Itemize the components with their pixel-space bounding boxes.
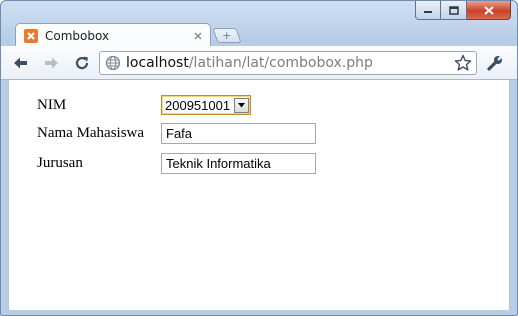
url-path: /latihan/lat/combobox.php bbox=[188, 55, 373, 71]
tab-combobox[interactable]: Combobox bbox=[15, 23, 211, 47]
nim-row: NIM 200951001 bbox=[37, 95, 251, 115]
nim-select-value: 200951001 bbox=[165, 97, 231, 113]
reload-button[interactable] bbox=[71, 52, 93, 74]
new-tab-button[interactable]: + bbox=[212, 28, 242, 43]
star-icon[interactable] bbox=[454, 54, 472, 72]
url-host: localhost bbox=[126, 55, 189, 71]
plus-icon: + bbox=[222, 29, 232, 42]
close-icon bbox=[483, 5, 494, 15]
toolbar: localhost/latihan/lat/combobox.php bbox=[1, 46, 517, 80]
jurusan-row: Jurusan bbox=[37, 153, 316, 174]
nim-label: NIM bbox=[37, 96, 67, 113]
jurusan-field[interactable] bbox=[161, 153, 316, 174]
page-content: NIM 200951001 Nama Mahasiswa Jurusan bbox=[8, 80, 510, 310]
reload-icon bbox=[75, 56, 89, 70]
settings-button[interactable] bbox=[484, 52, 506, 74]
nama-field[interactable] bbox=[161, 123, 316, 144]
jurusan-label: Jurusan bbox=[37, 155, 83, 171]
nim-select[interactable]: 200951001 bbox=[161, 95, 251, 115]
maximize-button[interactable] bbox=[441, 1, 467, 20]
url-text: localhost/latihan/lat/combobox.php bbox=[126, 55, 454, 71]
minimize-icon bbox=[424, 11, 432, 13]
maximize-icon bbox=[448, 5, 459, 15]
window-controls bbox=[415, 1, 511, 21]
close-window-button[interactable] bbox=[467, 1, 511, 20]
xampp-icon bbox=[24, 28, 38, 43]
forward-button[interactable] bbox=[41, 52, 63, 74]
nama-row: Nama Mahasiswa bbox=[37, 123, 316, 144]
back-button[interactable] bbox=[9, 52, 31, 74]
wrench-icon bbox=[487, 55, 503, 71]
back-arrow-icon bbox=[14, 57, 27, 69]
forward-arrow-icon bbox=[45, 57, 58, 69]
browser-window: Combobox + localhost/latihan/lat/combobo… bbox=[0, 0, 518, 316]
minimize-button[interactable] bbox=[415, 1, 441, 20]
globe-icon bbox=[105, 55, 121, 71]
tab-title: Combobox bbox=[45, 28, 110, 43]
chevron-down-icon[interactable] bbox=[234, 97, 249, 113]
address-bar[interactable]: localhost/latihan/lat/combobox.php bbox=[99, 51, 477, 75]
close-icon[interactable] bbox=[192, 30, 204, 42]
nama-label: Nama Mahasiswa bbox=[37, 125, 145, 141]
